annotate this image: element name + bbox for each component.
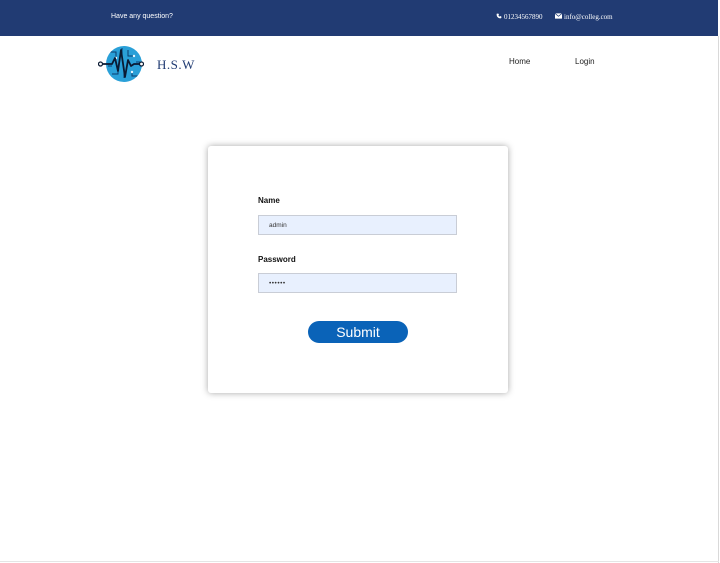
- phone-contact[interactable]: 01234567890: [496, 13, 543, 21]
- logo-icon[interactable]: [97, 44, 145, 84]
- page-edge-bottom: [0, 561, 719, 562]
- submit-button[interactable]: Submit: [308, 321, 408, 343]
- phone-icon: [496, 13, 502, 21]
- password-label: Password: [258, 255, 296, 264]
- name-input[interactable]: admin: [258, 215, 457, 235]
- phone-number: 01234567890: [504, 13, 543, 21]
- brand-name[interactable]: H.S.W: [157, 57, 195, 73]
- email-contact[interactable]: info@colleg.com: [554, 13, 613, 21]
- nav-login-link[interactable]: Login: [575, 57, 595, 66]
- nav-home-link[interactable]: Home: [509, 57, 530, 66]
- top-bar: Have any question? 01234567890 info@coll…: [0, 0, 718, 36]
- page-edge-right: [718, 36, 719, 563]
- envelope-icon: [554, 13, 563, 21]
- name-label: Name: [258, 196, 280, 205]
- password-input[interactable]: ••••••: [258, 273, 457, 293]
- login-card: Name admin Password •••••• Submit: [208, 146, 508, 393]
- question-text: Have any question?: [111, 13, 173, 20]
- email-address: info@colleg.com: [564, 13, 613, 21]
